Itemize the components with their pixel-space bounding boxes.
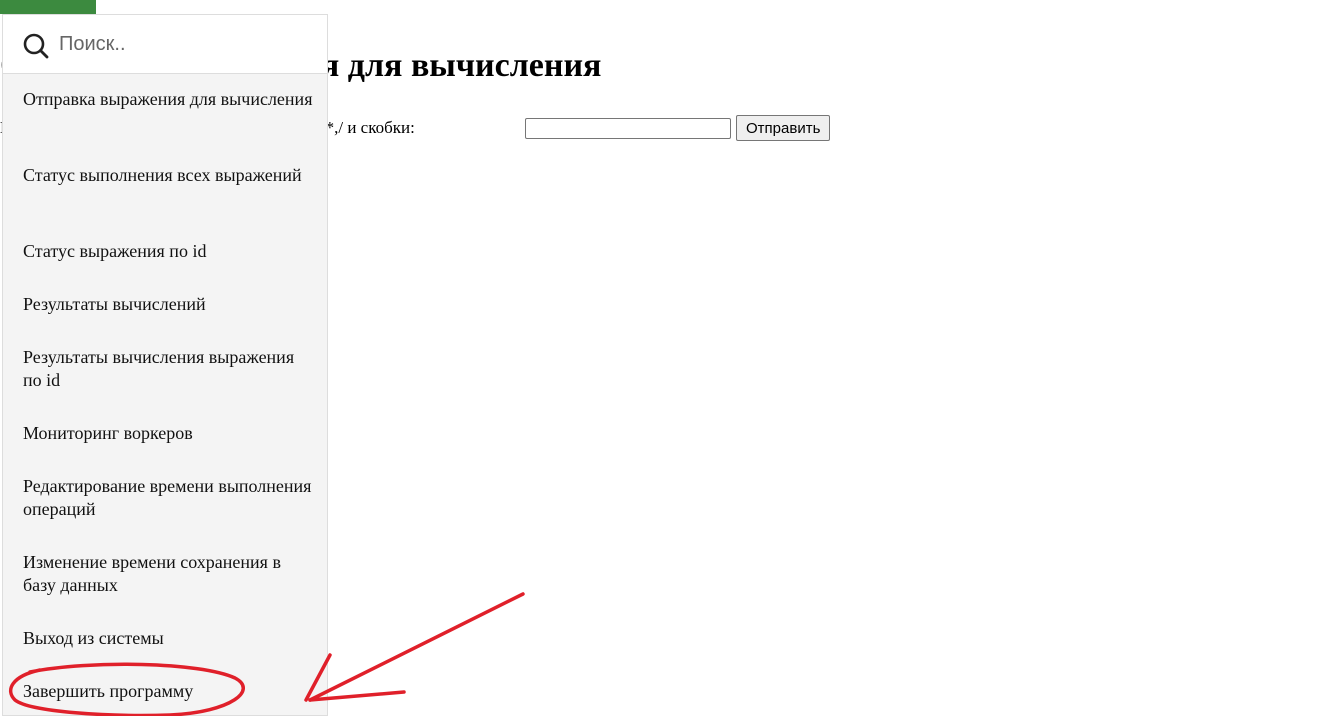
sidebar-item-all-expressions-status[interactable]: Статус выполнения всех выражений [23,164,313,187]
sidebar: Отправка выражения для вычисления Статус… [2,14,328,716]
expression-input[interactable] [525,117,731,139]
sidebar-item-expression-status-by-id[interactable]: Статус выражения по id [23,240,313,263]
sidebar-item-send-expression[interactable]: Отправка выражения для вычисления [23,88,313,111]
sidebar-item-result-by-id[interactable]: Результаты вычисления выражения по id [23,346,313,392]
submit-button[interactable]: Отправить [736,115,831,141]
search-icon [21,31,51,61]
sidebar-item-results[interactable]: Результаты вычислений [23,293,313,316]
search-input[interactable] [59,29,309,59]
sidebar-item-db-save-time[interactable]: Изменение времени сохранения в базу данн… [23,551,313,597]
annotation-arrow [304,592,525,702]
sidebar-item-workers-monitoring[interactable]: Мониторинг воркеров [23,422,313,445]
sidebar-item-logout[interactable]: Выход из системы [23,627,313,650]
sidebar-item-edit-operation-time[interactable]: Редактирование времени выполнения операц… [23,475,313,521]
top-green-bar [0,0,96,14]
page: Отправка выражения для вычисления Введит… [0,0,1338,716]
sidebar-item-shutdown[interactable]: Завершить программу [23,680,313,703]
search-box [3,15,327,74]
